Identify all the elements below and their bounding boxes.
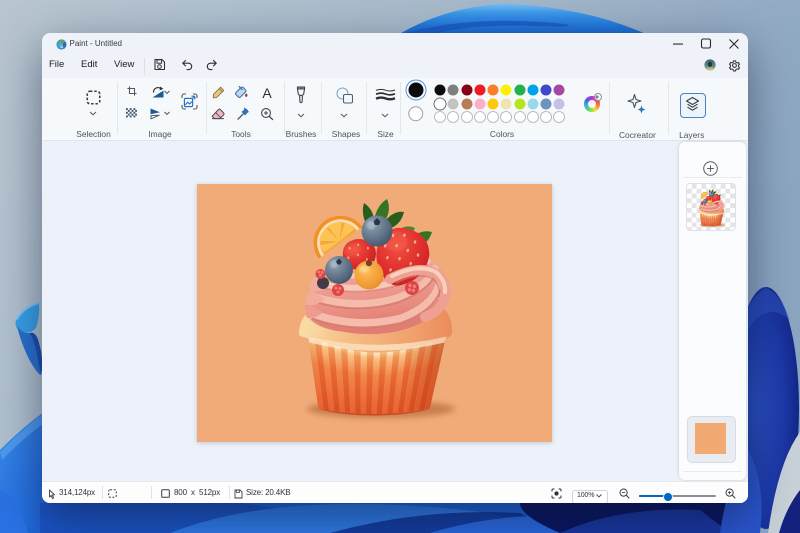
svg-text:A: A xyxy=(262,86,272,100)
